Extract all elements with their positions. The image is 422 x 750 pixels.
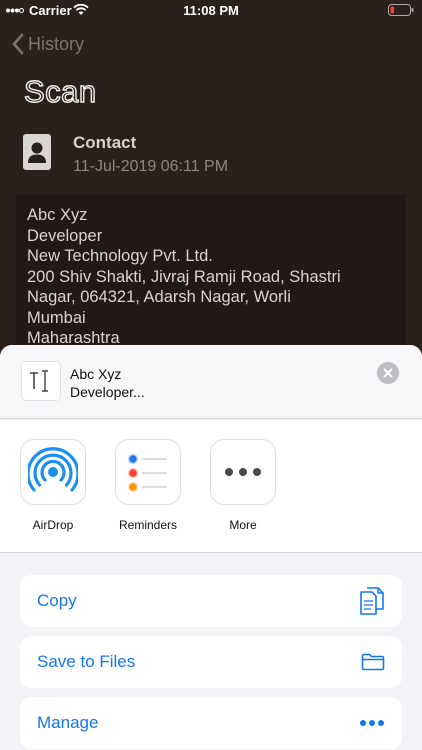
- scan-line: 200 Shiv Shakti, Jivraj Ramji Road, Shas…: [27, 267, 341, 286]
- preview-subtitle: Developer...: [70, 384, 145, 400]
- share-sheet-header: Abc Xyz Developer...: [0, 345, 422, 419]
- manage-action[interactable]: Manage: [20, 697, 402, 749]
- contact-card-icon: [23, 134, 51, 170]
- scan-line: Abc Xyz: [27, 206, 88, 224]
- status-bar: Carrier 11:08 PM: [0, 0, 422, 22]
- folder-icon: [361, 653, 385, 671]
- scan-line: New Technology Pvt. Ltd.: [27, 247, 213, 265]
- scan-line: Nagar, 064321, Adarsh Nagar, Worli: [27, 288, 291, 306]
- chevron-left-icon: [12, 33, 24, 55]
- ellipsis-icon: [360, 720, 384, 726]
- app-label: AirDrop: [32, 518, 74, 532]
- battery-icon: [388, 4, 414, 16]
- close-button[interactable]: [377, 362, 399, 384]
- reminders-tile: [115, 439, 181, 505]
- copy-icon: [360, 587, 384, 615]
- scan-line: Mumbai: [27, 308, 86, 327]
- more-icon: [225, 468, 261, 476]
- share-sheet: Abc Xyz Developer... AirDrop Reminders M…: [0, 345, 422, 750]
- close-icon: [383, 368, 393, 378]
- save-to-files-action[interactable]: Save to Files: [20, 636, 402, 688]
- app-label: Reminders: [118, 518, 178, 532]
- scanned-text-area[interactable]: Abc Xyz Developer New Technology Pvt. Lt…: [16, 194, 406, 354]
- copy-action[interactable]: Copy: [20, 575, 402, 627]
- contact-date: 11-Jul-2019 06:11 PM: [73, 158, 229, 175]
- more-tile: [210, 439, 276, 505]
- page-title: Scan: [23, 73, 97, 109]
- back-label: History: [28, 33, 85, 54]
- airdrop-tile: [20, 439, 86, 505]
- text-document-icon: [21, 361, 61, 401]
- airdrop-icon: [28, 447, 78, 492]
- app-more[interactable]: More: [208, 439, 278, 532]
- scan-line: Developer: [27, 226, 103, 245]
- share-apps-row: AirDrop Reminders More: [0, 420, 422, 553]
- save-to-files-label: Save to Files: [37, 652, 136, 671]
- copy-label: Copy: [37, 591, 77, 610]
- app-reminders[interactable]: Reminders: [113, 439, 183, 532]
- manage-label: Manage: [37, 713, 99, 732]
- back-button[interactable]: History: [12, 31, 84, 57]
- app-airdrop[interactable]: AirDrop: [18, 439, 88, 532]
- preview-title: Abc Xyz: [70, 366, 122, 382]
- clock: 11:08 PM: [183, 3, 239, 18]
- contact-type-label: Contact: [73, 133, 137, 152]
- reminders-icon: [127, 453, 167, 493]
- app-label: More: [229, 518, 257, 532]
